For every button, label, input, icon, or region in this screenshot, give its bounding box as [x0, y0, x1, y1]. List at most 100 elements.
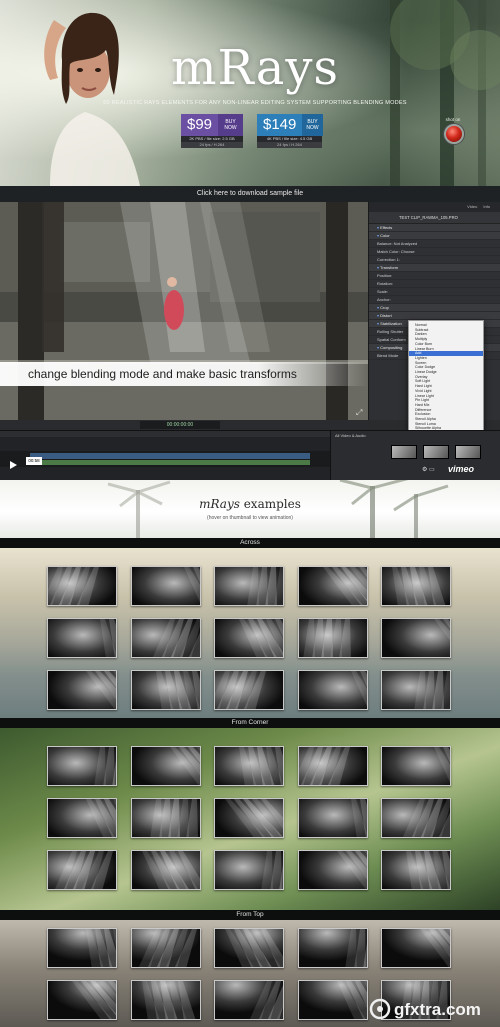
ray-thumbnail[interactable] — [381, 566, 451, 606]
ray-thumbnail[interactable] — [47, 928, 117, 968]
ray-thumbnail[interactable] — [381, 850, 451, 890]
ray-thumbnail[interactable] — [47, 980, 117, 1020]
section-corner — [0, 728, 500, 910]
effect-thumbnail[interactable] — [423, 445, 449, 459]
blend-mode-caption: change blending mode and make basic tran… — [0, 362, 368, 386]
thumb-grid-corner — [0, 728, 500, 910]
ray-thumbnail[interactable] — [381, 618, 451, 658]
inspector-row[interactable]: Correction 1: — [369, 256, 500, 264]
section-across-title: Across — [0, 538, 500, 548]
browser-label: All Video & Audio — [335, 433, 366, 438]
forest-background — [390, 0, 500, 186]
ray-thumbnail[interactable] — [131, 980, 201, 1020]
ray-thumbnail[interactable] — [214, 566, 284, 606]
video-clip[interactable] — [30, 453, 310, 459]
effect-thumbnail[interactable] — [391, 445, 417, 459]
price-meta-fps: 24 fps / H.264 — [181, 142, 243, 148]
vimeo-logo[interactable]: vimeo — [448, 464, 474, 474]
examples-title: mRays examples — [0, 497, 500, 511]
ray-thumbnail[interactable] — [298, 566, 368, 606]
timeline-ruler — [0, 431, 330, 437]
ray-thumbnail[interactable] — [131, 618, 201, 658]
inspector-row[interactable]: Transform — [369, 264, 500, 272]
inspector-row[interactable]: Anchor: — [369, 296, 500, 304]
examples-title-brand: mRays — [199, 497, 240, 511]
playback-time: 00:58 — [26, 457, 42, 465]
examples-subtitle: (hover on thumbnail to view animation) — [207, 515, 293, 521]
inspector-row[interactable]: Effects — [369, 224, 500, 232]
examples-title-rest: examples — [239, 497, 301, 511]
examples-header: mRays examples (hover on thumbnail to vi… — [0, 480, 500, 538]
inspector-tabs: Video Info — [369, 202, 500, 212]
ray-thumbnail[interactable] — [47, 746, 117, 786]
red-camera-icon — [444, 124, 464, 144]
watermark-text: gfxtra.com — [394, 1000, 481, 1019]
effect-thumbnail[interactable] — [455, 445, 481, 459]
ray-thumbnail[interactable] — [131, 850, 201, 890]
ray-thumbnail[interactable] — [47, 798, 117, 838]
ray-thumbnail[interactable] — [47, 850, 117, 890]
ray-thumbnail[interactable] — [131, 798, 201, 838]
ray-thumbnail[interactable] — [381, 928, 451, 968]
ray-thumbnail[interactable] — [381, 798, 451, 838]
inspector-row[interactable]: Balance: Not Analyzed — [369, 240, 500, 248]
ray-thumbnail[interactable] — [131, 566, 201, 606]
player-icons[interactable]: ⚙ ▭ — [422, 466, 435, 473]
ray-thumbnail[interactable] — [47, 670, 117, 710]
section-top-title: From Top — [0, 910, 500, 920]
warehouse-scene — [0, 202, 368, 420]
inspector-row[interactable]: Scale: — [369, 288, 500, 296]
download-sample-link[interactable]: Click here to download sample file — [0, 186, 500, 202]
buy-now-button[interactable]: BUY NOW — [218, 114, 243, 136]
ray-thumbnail[interactable] — [47, 566, 117, 606]
fullscreen-icon[interactable]: ⤢ — [356, 408, 362, 418]
transport-bar: 00:00:00:00 — [0, 420, 368, 430]
ray-thumbnail[interactable] — [298, 928, 368, 968]
effect-clip[interactable] — [30, 460, 310, 465]
video-viewer[interactable]: change blending mode and make basic tran… — [0, 202, 368, 420]
ray-thumbnail[interactable] — [214, 798, 284, 838]
ray-thumbnail[interactable] — [214, 850, 284, 890]
inspector-row[interactable]: Distort — [369, 312, 500, 320]
ray-thumbnail[interactable] — [381, 670, 451, 710]
ray-thumbnail[interactable] — [131, 928, 201, 968]
ray-thumbnail[interactable] — [214, 980, 284, 1020]
ray-thumbnail[interactable] — [298, 850, 368, 890]
model-photo — [44, 12, 140, 186]
ray-thumbnail[interactable] — [298, 980, 368, 1020]
thumb-grid-across — [0, 548, 500, 718]
buy-now-button[interactable]: BUY NOW — [302, 114, 323, 136]
inspector-row[interactable]: Crop — [369, 304, 500, 312]
ray-thumbnail[interactable] — [214, 746, 284, 786]
gfxtra-watermark: gfxtra.com — [369, 998, 481, 1020]
price-meta-fps: 24 fps / H.264 — [257, 142, 322, 148]
ray-thumbnail[interactable] — [131, 746, 201, 786]
play-icon[interactable] — [10, 461, 17, 469]
tab-video[interactable]: Video — [467, 202, 477, 212]
ray-thumbnail[interactable] — [298, 618, 368, 658]
price-card-4k[interactable]: $149 BUY NOW 4K PBS / file size: 4.5 GB … — [257, 114, 323, 148]
section-corner-title: From Corner — [0, 718, 500, 728]
hero-tagline: 60 REALISTIC RAYS ELEMENTS FOR ANY NON-L… — [103, 100, 407, 106]
shot-on-label: shot on — [445, 117, 461, 122]
ray-thumbnail[interactable] — [214, 618, 284, 658]
ray-thumbnail[interactable] — [47, 618, 117, 658]
ray-thumbnail[interactable] — [298, 798, 368, 838]
price-amount: $149 — [257, 114, 303, 136]
inspector-row[interactable]: Match Color: Choose — [369, 248, 500, 256]
inspector-row[interactable]: Position: — [369, 272, 500, 280]
price-amount: $99 — [181, 114, 219, 136]
effects-browser: All Video & Audio — [330, 431, 500, 480]
inspector-row[interactable]: Rotation: — [369, 280, 500, 288]
ray-thumbnail[interactable] — [298, 670, 368, 710]
tab-info[interactable]: Info — [483, 202, 490, 212]
price-card-2k[interactable]: $99 BUY NOW 2K PBS / file size: 2.5 GB 2… — [181, 114, 243, 148]
ray-thumbnail[interactable] — [298, 746, 368, 786]
ray-thumbnail[interactable] — [131, 670, 201, 710]
clip-name: TEST CLIP_RAWMA_105.PRO — [369, 212, 500, 224]
video-player[interactable]: change blending mode and make basic tran… — [0, 202, 500, 480]
inspector-row[interactable]: Color — [369, 232, 500, 240]
ray-thumbnail[interactable] — [214, 670, 284, 710]
ray-thumbnail[interactable] — [214, 928, 284, 968]
ray-thumbnail[interactable] — [381, 746, 451, 786]
